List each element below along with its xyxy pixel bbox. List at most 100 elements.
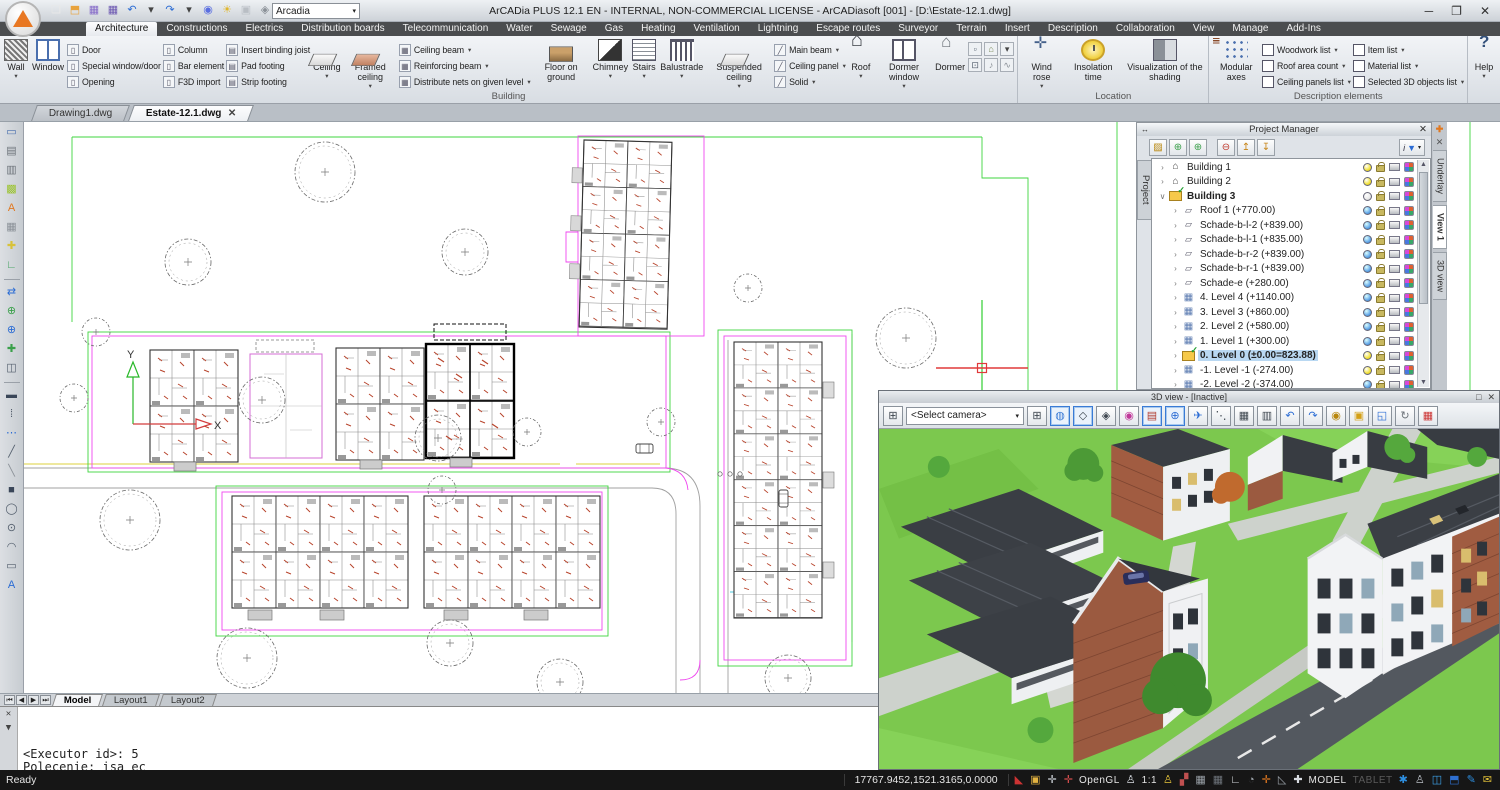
- color-palette-icon[interactable]: [1404, 293, 1414, 303]
- project-manager-tool-button[interactable]: ⊕: [1169, 139, 1187, 156]
- quick-access-icon[interactable]: ↷: [162, 2, 178, 18]
- printer-icon[interactable]: [1389, 236, 1400, 244]
- ribbon-menu-item[interactable]: ▦ Reinforcing beam▾: [399, 58, 531, 73]
- printer-icon[interactable]: [1389, 366, 1400, 374]
- expand-arrow-icon[interactable]: ›: [1170, 206, 1181, 215]
- 3d-tool-button[interactable]: ↶: [1280, 406, 1300, 426]
- visibility-bulb-icon[interactable]: [1363, 264, 1372, 273]
- printer-icon[interactable]: [1389, 178, 1400, 186]
- status-toggle-icon[interactable]: ✎: [1467, 771, 1476, 789]
- restore-button[interactable]: ❐: [1451, 4, 1462, 18]
- minimize-button[interactable]: ─: [1425, 4, 1434, 18]
- tool-icon[interactable]: ◠: [3, 540, 21, 556]
- printer-icon[interactable]: [1389, 265, 1400, 273]
- status-toggle-icon[interactable]: ◫: [1432, 771, 1442, 789]
- visibility-bulb-icon[interactable]: [1363, 279, 1372, 288]
- ribbon-menu-item[interactable]: ▦ Distribute nets on given level▾: [399, 74, 531, 89]
- small-tool-button[interactable]: ▫: [968, 42, 982, 56]
- tool-icon[interactable]: [4, 279, 20, 280]
- tool-icon[interactable]: [4, 382, 20, 383]
- lock-icon[interactable]: [1376, 252, 1385, 259]
- tool-icon[interactable]: ╱: [3, 445, 21, 461]
- window-button[interactable]: Window: [31, 38, 65, 73]
- tree-item[interactable]: › 3. Level 3 (+860.00): [1153, 305, 1417, 320]
- ribbon-tab[interactable]: View: [1184, 22, 1224, 36]
- tool-icon[interactable]: ∟: [3, 258, 21, 274]
- document-tab[interactable]: Drawing1.dwg✕: [31, 105, 130, 121]
- color-palette-icon[interactable]: [1404, 336, 1414, 346]
- visibility-bulb-icon[interactable]: [1363, 322, 1372, 331]
- expand-arrow-icon[interactable]: ›: [1170, 351, 1181, 360]
- status-toggle-icon[interactable]: ✛: [1048, 771, 1057, 789]
- color-palette-icon[interactable]: [1404, 206, 1414, 216]
- 3d-tool-button[interactable]: ◍: [1050, 406, 1070, 426]
- ribbon-menu-item[interactable]: Material list▾: [1353, 58, 1464, 73]
- ribbon-tab[interactable]: Add-Ins: [1277, 22, 1329, 36]
- tree-item[interactable]: › Roof 1 (+770.00): [1153, 204, 1417, 219]
- layout-tab[interactable]: Layout1: [103, 694, 161, 706]
- visibility-bulb-icon[interactable]: [1363, 351, 1372, 360]
- project-manager-tool-button[interactable]: ▨: [1149, 139, 1167, 156]
- color-palette-icon[interactable]: [1404, 177, 1414, 187]
- view-tab[interactable]: View 1: [1433, 205, 1447, 249]
- scroll-down-icon[interactable]: ▼: [1418, 379, 1429, 386]
- quick-access-icon[interactable]: ◈: [257, 2, 273, 18]
- wind-rose-button[interactable]: Wind rose▾: [1021, 38, 1062, 93]
- lock-icon[interactable]: [1376, 281, 1385, 288]
- layout-tab[interactable]: Model: [52, 694, 103, 706]
- status-toggle-icon[interactable]: ⬒: [1449, 771, 1459, 789]
- view-tab[interactable]: Underlay: [1433, 150, 1447, 202]
- shading-visualization-button[interactable]: Visualization of the shading: [1124, 38, 1205, 83]
- 3d-tool-button[interactable]: ▦: [1418, 406, 1438, 426]
- ribbon-menu-item[interactable]: ▯ Special window/door▾: [67, 58, 161, 73]
- tree-item[interactable]: › Building 2: [1153, 175, 1417, 190]
- chimney-button[interactable]: Chimney▾: [592, 38, 630, 83]
- ribbon-tab[interactable]: Electrics: [237, 22, 293, 36]
- ribbon-menu-item[interactable]: Woodwork list▾: [1262, 42, 1351, 57]
- lock-icon[interactable]: [1376, 194, 1385, 201]
- lock-icon[interactable]: [1376, 209, 1385, 216]
- color-palette-icon[interactable]: [1404, 162, 1414, 172]
- tree-item[interactable]: › Schade-b-r-1 (+839.00): [1153, 262, 1417, 277]
- color-palette-icon[interactable]: [1404, 191, 1414, 201]
- color-palette-icon[interactable]: [1404, 264, 1414, 274]
- ribbon-menu-item[interactable]: ╱ Main beam▾: [774, 42, 846, 57]
- tree-item[interactable]: › 0. Level 0 (±0.00=823.88): [1153, 349, 1417, 364]
- tool-icon[interactable]: ▭: [3, 125, 21, 141]
- printer-icon[interactable]: [1389, 192, 1400, 200]
- visibility-bulb-icon[interactable]: [1363, 163, 1372, 172]
- add-view-icon[interactable]: ✚: [1436, 124, 1444, 134]
- ribbon-menu-item[interactable]: Ceiling panels list▾: [1262, 74, 1351, 89]
- tool-icon[interactable]: ╲: [3, 464, 21, 480]
- status-toggle-icon[interactable]: ✛: [1064, 771, 1073, 789]
- printer-icon[interactable]: [1389, 221, 1400, 229]
- expand-arrow-icon[interactable]: ›: [1170, 380, 1181, 389]
- 3d-tool-button[interactable]: ⊞: [1027, 406, 1047, 426]
- 3d-tool-button[interactable]: ◈: [1096, 406, 1116, 426]
- lock-icon[interactable]: [1376, 238, 1385, 245]
- ribbon-tab[interactable]: Architecture: [86, 22, 157, 36]
- color-palette-icon[interactable]: [1404, 249, 1414, 259]
- tool-icon[interactable]: ▬: [3, 388, 21, 404]
- last-tab-icon[interactable]: ⏭: [40, 695, 51, 705]
- close-command-icon[interactable]: ✕: [6, 709, 11, 719]
- ribbon-tab[interactable]: Heating: [632, 22, 684, 36]
- color-palette-icon[interactable]: [1404, 322, 1414, 332]
- 3d-tool-button[interactable]: ▦: [1234, 406, 1254, 426]
- tree-item[interactable]: › Building 1: [1153, 160, 1417, 175]
- expand-arrow-icon[interactable]: ›: [1170, 250, 1181, 259]
- tree-item[interactable]: › -2. Level -2 (-374.00): [1153, 378, 1417, 390]
- expand-arrow-icon[interactable]: ›: [1170, 322, 1181, 331]
- prev-tab-icon[interactable]: ◀: [16, 695, 27, 705]
- ribbon-menu-item[interactable]: ▯ Column▾: [163, 42, 224, 57]
- color-palette-icon[interactable]: [1404, 380, 1414, 389]
- lock-icon[interactable]: [1376, 296, 1385, 303]
- tree-item[interactable]: › Schade-b-l-2 (+839.00): [1153, 218, 1417, 233]
- status-toggle-icon[interactable]: ◺: [1278, 771, 1286, 789]
- ribbon-menu-item[interactable]: ╱ Ceiling panel▾: [774, 58, 846, 73]
- visibility-bulb-icon[interactable]: [1363, 293, 1372, 302]
- tool-icon[interactable]: ✚: [3, 239, 21, 255]
- scrollbar-thumb[interactable]: [1419, 172, 1428, 304]
- ribbon-menu-item[interactable]: Roof area count▾: [1262, 58, 1351, 73]
- visibility-bulb-icon[interactable]: [1363, 308, 1372, 317]
